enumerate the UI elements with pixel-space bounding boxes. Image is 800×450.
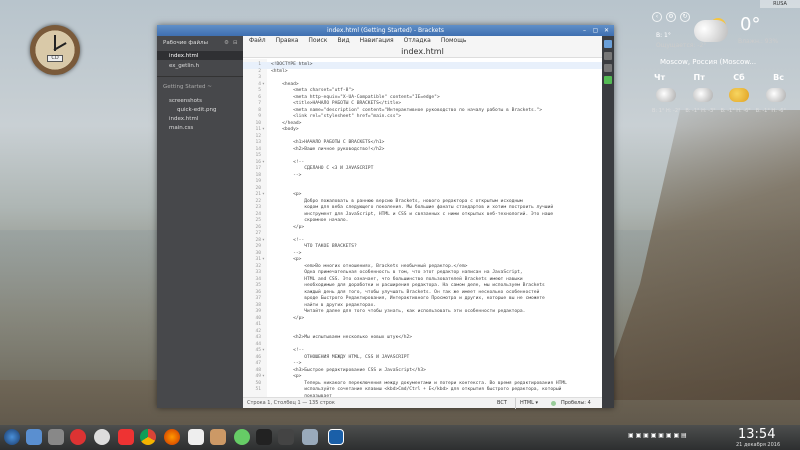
working-file-item[interactable]: ex_getlin.h [169,63,199,69]
cursor-position: Строка 1, Столбец 1 — 135 строк [247,400,335,406]
forecast-cloud-icon [656,88,676,102]
forecast-day: Пт [693,73,705,82]
app-icon[interactable] [210,429,226,445]
forecast-sun-icon [729,88,750,102]
extension-manager-icon[interactable] [604,76,612,84]
window-titlebar[interactable]: index.html (Getting Started) - Brackets … [157,25,614,36]
tray-icon[interactable]: ▣ ▣ ▣ ▣ ▣ ▣ ▣ ▤ [628,432,687,439]
weather-settings-icon[interactable]: ⚙ [666,12,676,22]
vivaldi-icon[interactable] [118,429,134,445]
tree-file[interactable]: main.css [169,125,193,131]
chrome-icon[interactable] [140,429,156,445]
language-select[interactable]: HTML ▾ [515,398,538,409]
app-icon[interactable] [278,429,294,445]
forecast-day: Чт [654,73,666,82]
terminal-icon[interactable] [256,429,272,445]
taskbar-date: 21 декабря 2016 [736,442,781,448]
app-icon[interactable] [302,429,318,445]
window-title: index.html (Getting Started) - Brackets [327,27,444,34]
forecast-temp: В: -1° Н: -3° [685,108,716,114]
gear-icon[interactable]: ⚙ [224,40,229,46]
menu-debug[interactable]: Отладка [404,36,431,46]
file-manager-icon[interactable] [26,429,42,445]
editor-filename: index.html [243,46,602,58]
tree-folder[interactable]: screenshots [169,98,202,104]
top-panel-tab[interactable]: RUSA [760,0,800,8]
weather-details: Влажн.: 93% [738,38,779,45]
sidebar-divider [157,76,243,77]
split-view-icon[interactable]: ⊟ [233,40,238,46]
start-menu-icon[interactable] [4,429,20,445]
status-bar: Строка 1, Столбец 1 — 135 строк ВСТ HTML… [243,397,602,409]
weather-location: Moscow, Россия (Moscow... [660,58,757,66]
system-tray: ▣ ▣ ▣ ▣ ▣ ▣ ▣ ▤ [628,432,687,439]
brackets-window: index.html (Getting Started) - Brackets … [157,25,614,409]
cloud-icon [694,20,728,42]
forecast-cloud-icon [765,88,786,102]
opera-dev-icon[interactable] [94,429,110,445]
active-window-icon[interactable] [328,429,344,445]
app-icon[interactable] [234,429,250,445]
maximize-icon[interactable]: ▢ [592,27,599,34]
weather-prev-icon[interactable]: ‹ [652,12,662,22]
weather-wind: В: 1° [656,32,671,39]
firefox-icon[interactable] [164,429,180,445]
code-editor[interactable]: 1 <!DOCTYPE html> 2 <html> 3 4 ▾ <head> 5 <meta… [243,59,602,397]
taskbar-clock[interactable]: 13:54 [738,427,775,442]
menu-file[interactable]: Файл [249,36,266,46]
menu-navigate[interactable]: Навигация [360,36,394,46]
sidebar: Рабочие файлы ⚙ ⊟ index.html ex_getlin.h… [157,36,243,408]
weather-feels: Ощущается: -2° [656,42,707,49]
forecast-cloud-icon [692,88,713,102]
live-preview-icon[interactable] [604,40,612,48]
close-icon[interactable]: ✕ [603,27,610,34]
current-temperature: 0° [740,14,761,35]
app-icon[interactable] [48,429,64,445]
working-files-label: Рабочие файлы [163,40,208,46]
minimize-icon[interactable]: – [581,27,588,34]
analog-clock-widget: CD [30,25,80,75]
tree-file[interactable]: index.html [169,116,198,122]
working-file-item[interactable]: index.html [169,53,198,59]
tree-file[interactable]: quick-edit.png [177,107,216,113]
brackets-icon[interactable] [188,429,204,445]
forecast-day: Сб [733,73,745,82]
forecast-temp: В: -1° Н: -6° [720,108,751,114]
menu-help[interactable]: Помощь [441,36,467,46]
weather-widget: ‹ ⚙ ↻ 0° В: 1° Ощущается: -2° Влажн.: 93… [648,8,788,128]
extension-icon[interactable] [604,52,612,60]
menu-edit[interactable]: Правка [276,36,299,46]
clock-display: CD [47,55,63,62]
weather-refresh-icon[interactable]: ↻ [680,12,690,22]
forecast-temp: В: 1° Н: -2° [652,108,681,114]
project-dropdown[interactable]: Getting Started ~ [163,84,212,90]
menu-view[interactable]: Вид [337,36,349,46]
menu-bar: Файл Правка Поиск Вид Навигация Отладка … [243,36,602,46]
right-toolbar [602,36,614,408]
insert-mode[interactable]: ВСТ [497,398,507,409]
forecast-day: Вс [773,73,784,82]
opera-icon[interactable] [70,429,86,445]
extension-icon[interactable] [604,64,612,72]
menu-find[interactable]: Поиск [308,36,327,46]
forecast-temp: В: -1° Н: -6° [755,108,786,114]
lint-status-icon[interactable] [551,401,556,406]
indent-setting[interactable]: Пробелы: 4 [561,398,591,409]
